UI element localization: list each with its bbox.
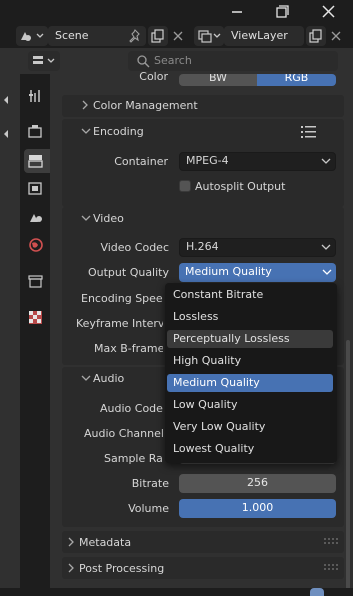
sample-rate-label: Sample Rate [104, 452, 163, 465]
drag-handle-icon[interactable] [324, 562, 338, 572]
view-layer-tab-icon[interactable] [24, 176, 48, 200]
chevron-right-icon [66, 536, 76, 548]
video-codec-select[interactable]: H.264 [179, 238, 336, 257]
max-bframes-label: Max B-frames [94, 342, 163, 355]
scrollbar[interactable] [346, 340, 350, 590]
scene-duplicate-icon[interactable] [148, 26, 168, 46]
container-value: MPEG-4 [186, 154, 229, 167]
chevron-right-icon [66, 562, 76, 574]
chevron-down-icon [321, 157, 331, 165]
audio-codec-label: Audio Codec [100, 402, 163, 415]
texture-tab-icon[interactable] [24, 305, 48, 329]
chevron-down-icon [321, 243, 331, 251]
viewlayer-browse-button[interactable] [194, 26, 224, 46]
status-indicator [310, 588, 324, 596]
viewlayer-name-field[interactable]: ViewLayer [224, 26, 304, 46]
viewlayer-duplicate-icon[interactable] [306, 26, 326, 46]
drag-handle-icon[interactable] [324, 536, 338, 546]
bitrate-value: 256 [247, 476, 268, 489]
color-option-bw[interactable]: BW [179, 74, 257, 86]
tool-tab-icon[interactable] [24, 84, 48, 108]
dropdown-option[interactable]: Constant Bitrate [167, 286, 333, 304]
autosplit-label: Autosplit Output [195, 180, 286, 193]
properties-header: Search [0, 48, 353, 74]
minimize-icon[interactable] [226, 2, 248, 22]
close-icon[interactable] [318, 2, 340, 22]
container-select[interactable]: MPEG-4 [179, 152, 336, 171]
dropdown-option[interactable]: Low Quality [167, 396, 333, 414]
video-title: Video [93, 212, 124, 225]
volume-label: Volume [128, 502, 169, 515]
editor-type-button[interactable] [28, 51, 60, 71]
render-tab-icon[interactable] [24, 120, 48, 144]
dropdown-option[interactable]: High Quality [167, 352, 333, 370]
video-codec-label: Video Codec [100, 241, 169, 254]
post-processing-panel[interactable]: Post Processing [62, 557, 344, 579]
video-panel-header[interactable]: Video [62, 207, 344, 229]
output-tab-icon[interactable] [24, 149, 50, 173]
chevron-down-icon [322, 268, 332, 276]
scene-name-field[interactable]: Scene [48, 26, 146, 46]
search-input[interactable]: Search [128, 51, 338, 71]
audio-channels-label: Audio Channels [84, 427, 163, 440]
scene-tab-icon[interactable] [24, 205, 48, 229]
container-label: Container [114, 155, 168, 168]
maximize-icon[interactable] [271, 2, 293, 22]
chevron-down-icon [80, 126, 92, 136]
window-titlebar [0, 0, 353, 24]
dropdown-option[interactable]: Very Low Quality [167, 418, 333, 436]
pin-icon[interactable] [128, 28, 142, 44]
output-quality-label: Output Quality [87, 266, 169, 279]
workspace-topbar: Scene ViewLayer [0, 24, 353, 48]
output-quality-value: Medium Quality [185, 265, 272, 278]
bitrate-label: Bitrate [131, 477, 169, 490]
world-tab-icon[interactable] [24, 233, 48, 257]
encoding-panel-header[interactable]: Encoding [62, 120, 344, 142]
status-strip [0, 588, 353, 596]
audio-hidden-labels: Audio Codec Audio Channels Sample Rate [62, 398, 163, 473]
viewlayer-remove-icon[interactable] [328, 26, 344, 46]
metadata-title: Metadata [79, 536, 132, 549]
scene-browse-button[interactable] [16, 26, 48, 46]
video-codec-value: H.264 [186, 240, 219, 253]
viewlayer-name: ViewLayer [231, 29, 288, 42]
search-placeholder: Search [154, 54, 192, 67]
presets-list-icon[interactable] [300, 125, 318, 139]
chevron-right-icon [80, 99, 90, 111]
collection-tab-icon[interactable] [24, 269, 48, 293]
search-icon [136, 54, 150, 68]
color-management-title: Color Management [93, 99, 198, 112]
autosplit-checkbox[interactable] [179, 180, 191, 192]
scene-name: Scene [55, 29, 89, 42]
volume-slider[interactable]: 1.000 [179, 499, 336, 518]
output-quality-select[interactable]: Medium Quality [179, 263, 336, 282]
chevron-down-icon [80, 373, 92, 383]
audio-title: Audio [93, 372, 125, 385]
left-editor-edge [0, 48, 20, 596]
dropdown-option-selected[interactable]: Medium Quality [167, 374, 333, 392]
color-option-rgb[interactable]: RGB [257, 74, 336, 86]
video-hidden-labels: Encoding Speed Keyframe Interval Max B-f… [62, 290, 163, 370]
encoding-speed-label: Encoding Speed [81, 292, 163, 305]
output-quality-dropdown: Constant Bitrate Lossless Perceptually L… [165, 283, 337, 463]
scene-remove-icon[interactable] [170, 26, 186, 46]
dropdown-option[interactable]: Lossless [167, 308, 333, 326]
chevron-down-icon [80, 213, 92, 223]
keyframe-interval-label: Keyframe Interval [76, 317, 163, 330]
dropdown-option[interactable]: Lowest Quality [167, 440, 333, 458]
encoding-title: Encoding [93, 125, 144, 138]
color-management-panel[interactable]: Color Management [62, 95, 344, 117]
dropdown-option[interactable]: Perceptually Lossless [167, 330, 333, 348]
metadata-panel[interactable]: Metadata [62, 531, 344, 553]
post-processing-title: Post Processing [79, 562, 165, 575]
color-label: Color [139, 70, 168, 83]
bitrate-field[interactable]: 256 [179, 474, 336, 493]
volume-value: 1.000 [241, 501, 274, 514]
